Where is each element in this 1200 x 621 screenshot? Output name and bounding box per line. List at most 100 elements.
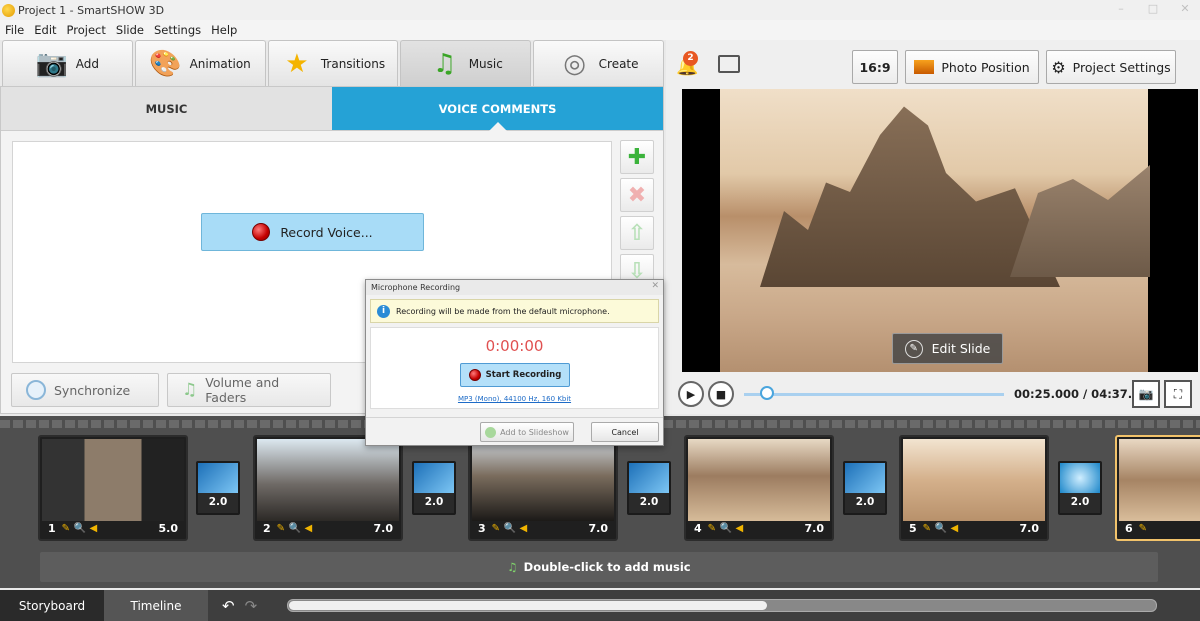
tab-create[interactable]: ◎ Create	[533, 40, 664, 86]
delete-icon: ✖	[627, 182, 647, 208]
menu-file[interactable]: File	[0, 23, 29, 37]
synchronize-button[interactable]: Synchronize	[11, 373, 159, 407]
cancel-button[interactable]: Cancel	[591, 422, 659, 442]
tab-label: Music	[468, 56, 503, 71]
dialog-title-text: Microphone Recording	[371, 283, 461, 292]
window-title: Project 1 - SmartSHOW 3D	[18, 3, 165, 17]
menu-bar: File Edit Project Slide Settings Help	[0, 20, 1200, 40]
close-icon[interactable]: ✕	[1174, 2, 1196, 15]
music-note-icon: ♫	[182, 380, 198, 400]
synchronize-label: Synchronize	[54, 382, 131, 398]
project-settings-label: Project Settings	[1072, 59, 1171, 75]
slide-number: 3	[478, 522, 486, 535]
slide-preview[interactable]: ✎ Edit Slide	[682, 89, 1198, 372]
start-recording-button[interactable]: Start Recording	[460, 363, 570, 387]
slide-duration: 7.0	[1019, 522, 1040, 535]
audio-format-link[interactable]: MP3 (Mono), 44100 Hz, 160 Kbit	[371, 395, 658, 403]
storyboard-scrollbar[interactable]	[287, 599, 1157, 612]
transition-thumb[interactable]: 2.0	[196, 461, 240, 515]
tab-transitions[interactable]: ★ Transitions	[267, 40, 399, 86]
record-icon	[252, 223, 271, 241]
slide-thumb[interactable]: 2 ✎ 🔍 ◀ 7.0	[253, 435, 403, 541]
seek-slider[interactable]	[744, 393, 1004, 396]
tab-label: Create	[598, 56, 639, 71]
stop-button[interactable]: ■	[708, 381, 734, 407]
project-settings-button[interactable]: ⚙ Project Settings	[1046, 50, 1176, 84]
transition-thumb[interactable]: 2.0	[843, 461, 887, 515]
slide-thumb-selected[interactable]: 6 ✎	[1115, 435, 1200, 541]
slide-duration: 7.0	[804, 522, 825, 535]
add-to-slideshow-button[interactable]: Add to Slideshow	[480, 422, 574, 442]
transition-thumb[interactable]: 2.0	[412, 461, 456, 515]
add-voice-button[interactable]: ✚	[620, 140, 654, 174]
subtab-voice-comments[interactable]: VOICE COMMENTS	[332, 87, 663, 131]
record-voice-button[interactable]: Record Voice...	[201, 213, 424, 251]
edit-slide-button[interactable]: ✎ Edit Slide	[892, 333, 1003, 364]
slide-number: 4	[694, 522, 702, 535]
slide-duration: 7.0	[588, 522, 609, 535]
film-reel-icon: ◎	[563, 48, 586, 79]
slide-thumb[interactable]: 3 ✎ 🔍 ◀ 7.0	[468, 435, 618, 541]
aspect-ratio-button[interactable]: 16:9	[852, 50, 898, 84]
menu-settings[interactable]: Settings	[149, 23, 206, 37]
edit-icon[interactable]: ✎ 🔍 ◀	[708, 523, 743, 534]
volume-faders-button[interactable]: ♫ Volume and Faders	[167, 373, 331, 407]
tab-timeline[interactable]: Timeline	[104, 590, 208, 621]
subtab-music[interactable]: MUSIC	[1, 87, 332, 131]
tab-animation[interactable]: 🎨 Animation	[134, 40, 266, 86]
stop-icon: ■	[715, 387, 727, 401]
menu-help[interactable]: Help	[206, 23, 242, 37]
seek-handle[interactable]	[760, 386, 774, 400]
image-icon[interactable]	[718, 55, 740, 73]
scroll-thumb[interactable]	[289, 601, 767, 610]
menu-slide[interactable]: Slide	[111, 23, 149, 37]
play-button[interactable]: ▶	[678, 381, 704, 407]
slide-number: 2	[263, 522, 271, 535]
slide-thumb[interactable]: 5 ✎ 🔍 ◀ 7.0	[899, 435, 1049, 541]
move-up-button[interactable]: ⇧	[620, 216, 654, 250]
snapshot-button[interactable]: 📷	[1132, 380, 1160, 408]
slide-thumb[interactable]: 1 ✎ 🔍 ◀ 5.0	[38, 435, 188, 541]
transition-thumb[interactable]: 2.0	[1058, 461, 1102, 515]
transition-duration: 2.0	[639, 496, 659, 508]
edit-icon[interactable]: ✎ 🔍 ◀	[277, 523, 312, 534]
menu-project[interactable]: Project	[62, 23, 111, 37]
transition-thumb[interactable]: 2.0	[627, 461, 671, 515]
music-hint: Double-click to add music	[523, 560, 691, 574]
tab-music[interactable]: ♫ Music	[400, 40, 532, 86]
tab-add[interactable]: 📷 Add	[2, 40, 133, 86]
edit-icon[interactable]: ✎ 🔍 ◀	[62, 523, 97, 534]
menu-edit[interactable]: Edit	[29, 23, 61, 37]
notification-badge: 2	[683, 51, 698, 66]
tab-storyboard[interactable]: Storyboard	[0, 590, 104, 621]
slide-number: 1	[48, 522, 56, 535]
palette-icon: 🎨	[149, 48, 182, 79]
dialog-footer: Add to Slideshow Cancel	[366, 417, 663, 445]
slide-duration: 7.0	[373, 522, 394, 535]
dialog-close-icon[interactable]: ✕	[651, 281, 659, 291]
minimize-icon[interactable]: –	[1110, 2, 1132, 15]
tab-label: Add	[75, 56, 100, 71]
slide-thumb[interactable]: 4 ✎ 🔍 ◀ 7.0	[684, 435, 834, 541]
undo-icon[interactable]: ↶	[222, 597, 235, 615]
delete-voice-button[interactable]: ✖	[620, 178, 654, 212]
preview-image	[720, 89, 1150, 372]
dialog-info: i Recording will be made from the defaul…	[370, 299, 659, 323]
clock-icon	[26, 380, 46, 400]
dialog-info-text: Recording will be made from the default …	[396, 306, 610, 316]
record-icon	[468, 369, 481, 381]
dialog-title: Microphone Recording ✕	[366, 280, 663, 295]
volume-faders-label: Volume and Faders	[205, 375, 280, 405]
edit-icon[interactable]: ✎ 🔍 ◀	[923, 523, 958, 534]
photo-position-button[interactable]: Photo Position	[905, 50, 1039, 84]
slide-number: 6	[1125, 522, 1133, 535]
fullscreen-button[interactable]: ⛶	[1164, 380, 1192, 408]
maximize-icon[interactable]: □	[1142, 2, 1164, 15]
star-icon: ★	[285, 48, 309, 79]
redo-icon[interactable]: ↷	[245, 597, 258, 615]
music-track[interactable]: ♫ Double-click to add music	[40, 552, 1158, 582]
edit-icon[interactable]: ✎	[1139, 523, 1147, 534]
dialog-body: 0:00:00 Start Recording MP3 (Mono), 4410…	[370, 327, 659, 409]
edit-icon[interactable]: ✎ 🔍 ◀	[492, 523, 527, 534]
start-recording-label: Start Recording	[485, 370, 562, 380]
